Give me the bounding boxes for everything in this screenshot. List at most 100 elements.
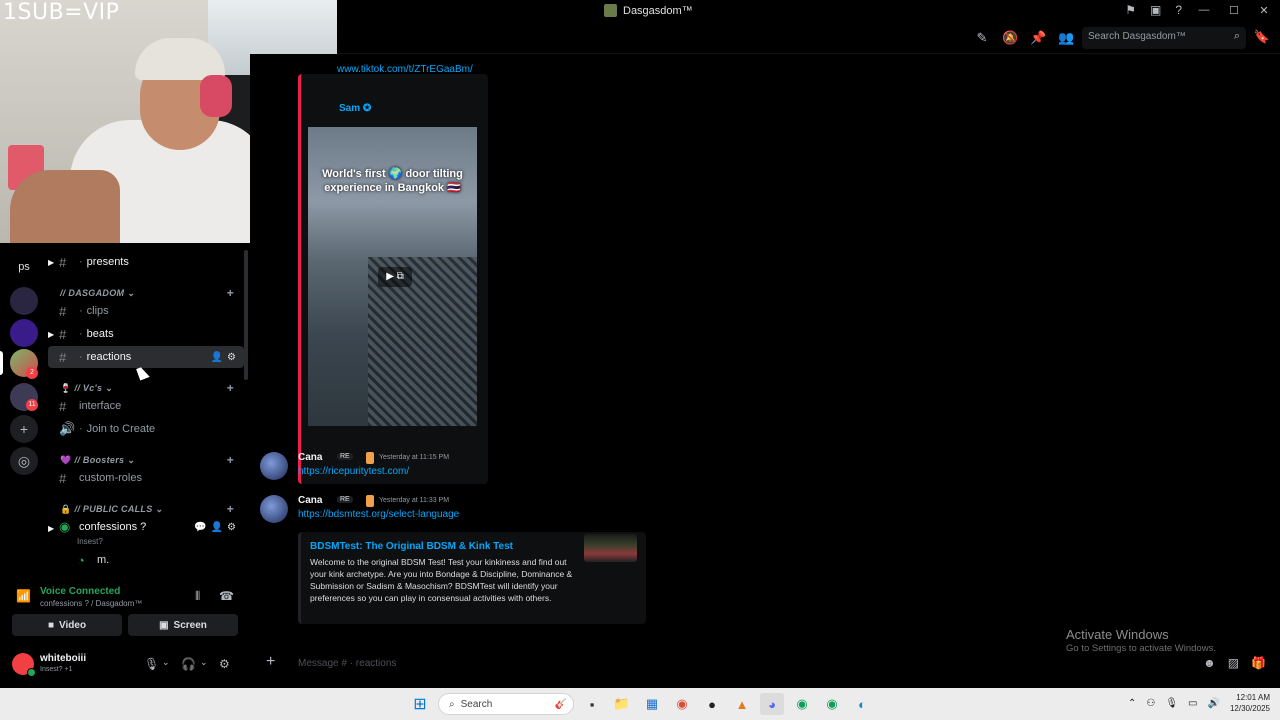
sticker-icon[interactable]: ▨ (1228, 656, 1239, 670)
discover-icon[interactable]: ◎ (10, 447, 38, 475)
user-status: Insest? +1 (40, 666, 73, 673)
voice-connected-icon: ◉ (59, 519, 71, 534)
emoji-icon[interactable]: ☻ (1203, 656, 1216, 670)
add-channel-icon[interactable]: + (227, 286, 234, 300)
file-explorer-icon[interactable]: 📁 (610, 693, 634, 715)
channel-custom-roles[interactable]: # custom-roles (48, 467, 244, 489)
category-public-calls[interactable]: 🔒// PUBLIC CALLS ⌄ + (60, 501, 244, 517)
channel-scrollbar[interactable] (244, 250, 248, 380)
invite-icon[interactable]: 👤 (211, 352, 223, 363)
windows-start-icon[interactable]: ⊞ (408, 693, 432, 715)
category-vcs[interactable]: 🍷// Vc's ⌄ + (60, 380, 244, 396)
link-embed: BDSMTest: The Original BDSM & Kink Test … (298, 532, 646, 624)
embed-thumbnail[interactable] (584, 534, 637, 562)
maximize-button[interactable]: ☐ (1226, 4, 1242, 17)
embed-author[interactable]: Sam ✪ (339, 103, 371, 114)
minimize-button[interactable]: — (1196, 4, 1212, 16)
search-input[interactable]: Search Dasgasdom™ ⌕ (1082, 27, 1246, 49)
channel-clips[interactable]: # · clips (48, 300, 244, 322)
message-author[interactable]: Cana (298, 495, 322, 506)
chrome-profile-icon[interactable]: ◉ (790, 693, 814, 715)
active-server-pill (0, 351, 3, 375)
channel-presents[interactable]: ▶ # · presents (48, 251, 244, 273)
chevron-down-icon[interactable]: ⌄ (162, 657, 170, 668)
members-icon[interactable]: 👥 (1058, 30, 1074, 46)
chat-area: www.tiktok.com/t/ZTrEGaaBm/ Sam ✪ World'… (250, 54, 1280, 686)
tiktok-link[interactable]: www.tiktok.com/t/ZTrEGaaBm/ (337, 64, 473, 75)
add-channel-icon[interactable]: + (227, 453, 234, 467)
obs-icon[interactable]: ● (700, 693, 724, 715)
chat-icon[interactable]: 💬 (194, 522, 206, 533)
server-folder-label[interactable]: ps (10, 261, 38, 273)
noise-suppression-icon[interactable]: ⦀ (195, 589, 200, 604)
edge-icon[interactable]: ◐ (850, 693, 874, 715)
add-server-icon[interactable]: + (10, 415, 38, 443)
voice-location[interactable]: confessions ? / Dasgadom™ (40, 599, 142, 608)
speaker-icon: 🔊 (59, 421, 76, 436)
pin-icon[interactable]: 📌 (1030, 30, 1046, 46)
gear-icon[interactable]: ⚙ (227, 352, 236, 363)
inbox-icon[interactable]: 🔖 (1254, 29, 1270, 45)
app-icon[interactable]: ▲ (730, 693, 754, 715)
message-author[interactable]: Cana (298, 452, 322, 463)
message-input[interactable]: Message # · reactions (298, 658, 396, 669)
unread-badge: 11 (26, 399, 38, 411)
task-view-icon[interactable]: ▪ (580, 693, 604, 715)
message-link[interactable]: https://bdsmtest.org/select-language (298, 509, 459, 520)
chrome-icon[interactable]: ◉ (670, 693, 694, 715)
clan-tag: RE (337, 496, 353, 503)
network-icon[interactable]: ⚇ (1146, 698, 1155, 709)
headphones-icon[interactable]: 🎧 (181, 657, 196, 671)
chrome-profile-icon[interactable]: ◉ (820, 693, 844, 715)
video-button[interactable]: ■ Video (12, 614, 122, 636)
channel-interface[interactable]: # interface (48, 395, 244, 417)
chevron-up-icon[interactable]: ⌃ (1128, 698, 1136, 709)
hash-icon: # (59, 303, 67, 319)
clan-tag: RE (337, 453, 353, 460)
add-channel-icon[interactable]: + (227, 381, 234, 395)
add-channel-icon[interactable]: + (227, 502, 234, 516)
chevron-down-icon[interactable]: ⌄ (200, 657, 208, 668)
video-thumbnail[interactable]: World's first 🌍 door tilting experience … (308, 127, 477, 426)
gift-icon[interactable]: 🎁 (1251, 656, 1266, 670)
server-icon[interactable] (10, 287, 38, 315)
flag-icon[interactable]: ⚑ (1125, 3, 1136, 17)
voice-member[interactable]: ◔ m. (48, 549, 244, 571)
screen-share-icon[interactable]: ▣ (1150, 3, 1161, 17)
volume-icon[interactable]: 🔊 (1208, 698, 1220, 709)
category-boosters[interactable]: 💜// Boosters ⌄ + (60, 452, 244, 468)
disconnect-icon[interactable]: ☎ (219, 589, 234, 603)
voice-channel-confessions[interactable]: ▶ ◉ confessions ? 💬 👤 ⚙ (48, 516, 244, 538)
store-icon[interactable]: ▦ (640, 693, 664, 715)
user-settings-gear-icon[interactable]: ⚙ (219, 657, 230, 671)
channel-beats[interactable]: ▶ # · beats (48, 323, 244, 345)
channel-join-to-create[interactable]: 🔊 · Join to Create (48, 418, 244, 440)
message-link[interactable]: https://ricepuritytest.com/ (298, 466, 409, 477)
play-icon[interactable]: ▶ ⧉ (378, 267, 412, 287)
discord-icon[interactable]: ◕ (760, 693, 784, 715)
user-avatar[interactable] (260, 452, 288, 480)
system-clock[interactable]: 12:01 AM 12/30/2025 (1230, 692, 1270, 714)
channel-reactions[interactable]: # · reactions 👤 ⚙ (48, 346, 244, 368)
screen-share-button[interactable]: ▣ Screen (128, 614, 238, 636)
user-avatar[interactable] (12, 653, 36, 677)
server-icon[interactable] (10, 319, 38, 347)
invite-icon[interactable]: 👤 (211, 522, 223, 533)
taskbar-search[interactable]: ⌕ Search 🎸 (438, 693, 574, 715)
gear-icon[interactable]: ⚙ (227, 522, 236, 533)
channel-list: ▶ # · presents // DASGADOM ⌄ + # · clips ▶ # · be… (48, 243, 250, 580)
add-attachment-icon[interactable]: + (266, 653, 275, 671)
close-button[interactable]: ✕ (1256, 4, 1272, 17)
embed-title[interactable]: BDSMTest: The Original BDSM & Kink Test (310, 541, 513, 552)
threads-icon[interactable]: ✎ (974, 30, 990, 46)
signal-icon[interactable]: 📶 (16, 589, 31, 603)
microphone-icon[interactable]: 🎙 (144, 657, 159, 671)
mute-bell-icon[interactable]: 🔕 (1002, 30, 1018, 46)
help-icon[interactable]: ? (1175, 3, 1182, 17)
voice-status[interactable]: Voice Connected (40, 586, 120, 597)
username[interactable]: whiteboiii (40, 653, 86, 664)
user-avatar[interactable] (260, 495, 288, 523)
display-icon[interactable]: ▭ (1188, 698, 1197, 709)
category-dasgasdom[interactable]: // DASGADOM ⌄ + (60, 285, 244, 301)
microphone-tray-icon[interactable]: 🎙 (1165, 698, 1178, 709)
